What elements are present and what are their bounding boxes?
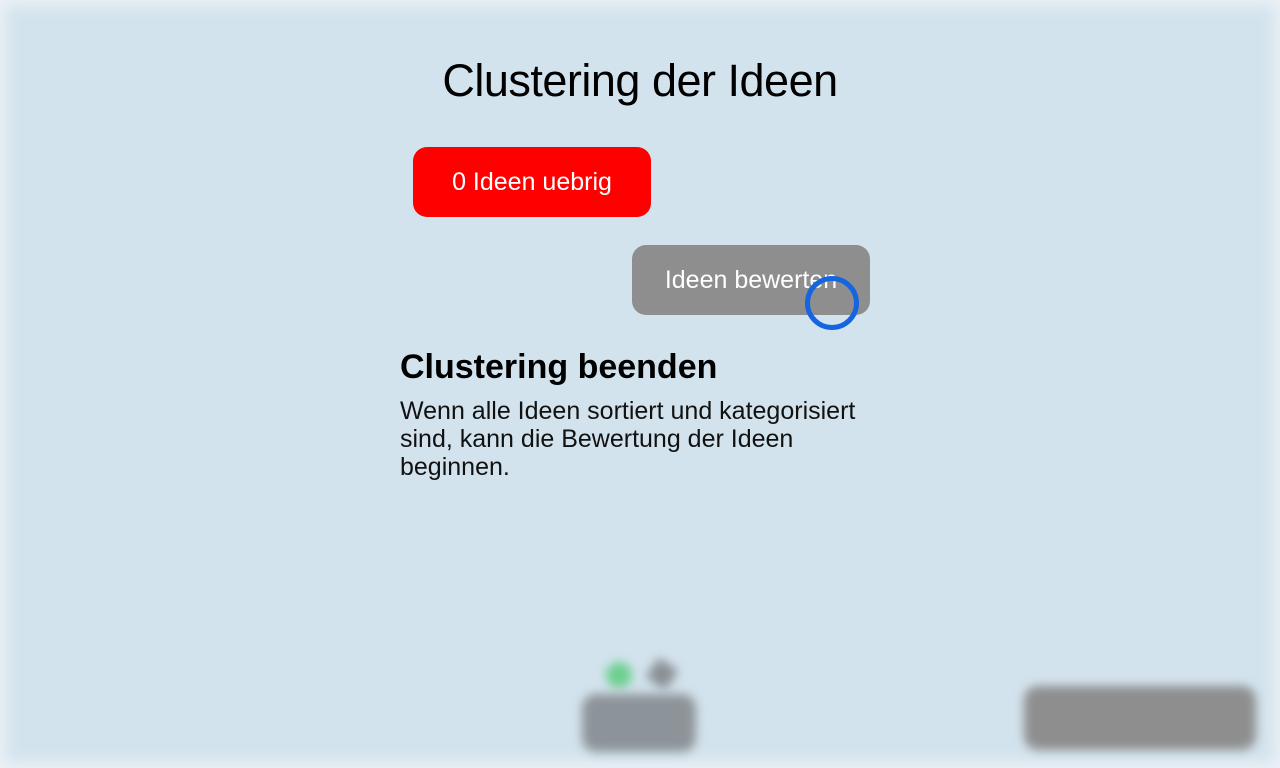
bottom-icon-group [600,656,690,696]
check-icon[interactable] [606,662,632,688]
ideas-remaining-button[interactable]: 0 Ideen uebrig [413,147,651,217]
touch-indicator-ring [805,276,859,330]
bottom-center-button[interactable] [582,694,696,752]
info-text: Wenn alle Ideen sortiert und kategorisie… [400,397,856,481]
bottom-right-button[interactable] [1024,686,1256,750]
info-heading: Clustering beenden [400,348,718,386]
info-panel: Clustering beenden Wenn alle Ideen sorti… [400,348,870,481]
page-title: Clustering der Ideen [442,55,838,106]
edit-icon[interactable] [645,657,679,691]
